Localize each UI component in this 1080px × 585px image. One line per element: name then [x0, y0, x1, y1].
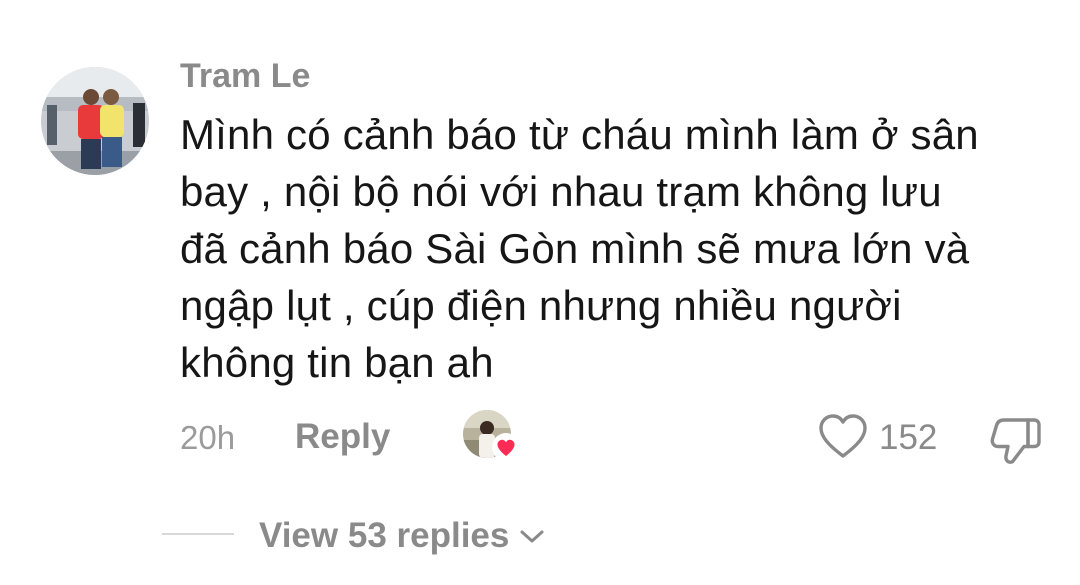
- reply-button[interactable]: Reply: [295, 416, 390, 458]
- replies-divider: [162, 533, 234, 535]
- comment-text: Mình có cảnh báo từ cháu mình làm ở sân …: [180, 106, 1050, 391]
- comment-author-name[interactable]: Tram Le: [180, 56, 310, 96]
- comment-text-line: không tin bạn ah: [180, 339, 494, 386]
- heart-outline-icon[interactable]: [817, 412, 869, 462]
- creator-liked-badge: [463, 410, 521, 462]
- thumbs-down-outline-icon[interactable]: [988, 412, 1044, 466]
- comment-text-line: Mình có cảnh báo từ cháu mình làm ở sân: [180, 111, 979, 158]
- like-count: 152: [879, 418, 938, 457]
- comment-timestamp: 20h: [180, 419, 236, 456]
- author-avatar[interactable]: [41, 67, 149, 175]
- chevron-down-icon: [520, 530, 544, 543]
- comment-text-line: ngập lụt , cúp điện nhưng nhiều người: [180, 282, 902, 329]
- avatar-photo: [41, 67, 149, 175]
- comment-text-line: đã cảnh báo Sài Gòn mình sẽ mưa lớn và: [180, 225, 970, 272]
- heart-icon: [492, 433, 520, 461]
- view-replies-label: View 53 replies: [259, 516, 510, 555]
- view-replies-button[interactable]: View 53 replies: [259, 514, 545, 558]
- comment-text-line: bay , nội bộ nói với nhau trạm không lưu: [180, 168, 942, 215]
